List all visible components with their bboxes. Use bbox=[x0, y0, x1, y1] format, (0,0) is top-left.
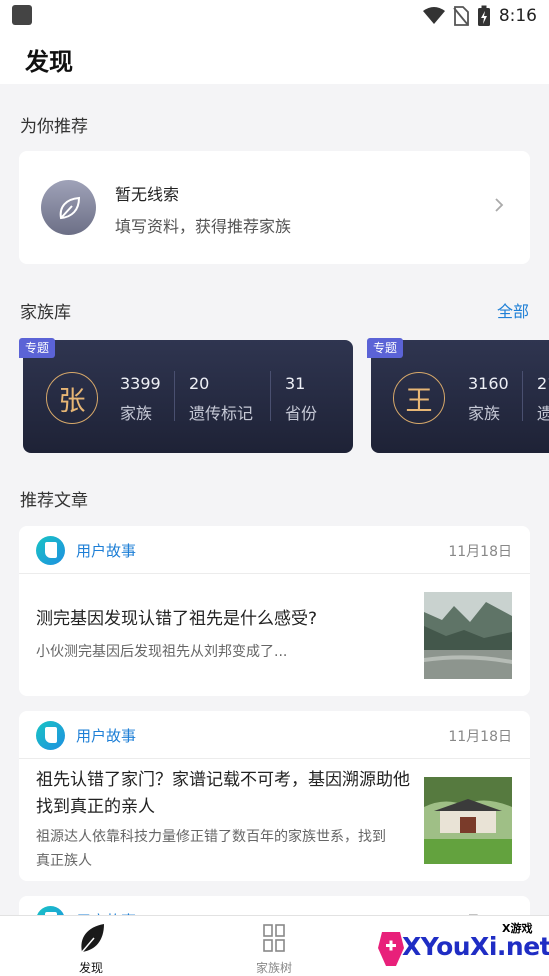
story-icon bbox=[36, 721, 65, 750]
topic-badge: 专题 bbox=[19, 338, 56, 358]
page-title: 发现 bbox=[25, 48, 73, 76]
stat-provinces-label: 省份 bbox=[285, 404, 318, 423]
tab-family-tree-label: 家族树 bbox=[255, 961, 292, 975]
status-icons: 8:16 bbox=[422, 5, 537, 27]
stat-markers-value: 20 bbox=[189, 374, 210, 393]
article-category[interactable]: 用户故事 bbox=[76, 725, 136, 746]
article-date: 11月18日 bbox=[448, 544, 512, 560]
article-thumbnail bbox=[424, 777, 512, 864]
recommend-card-title: 暂无线索 bbox=[115, 185, 180, 204]
stat-divider bbox=[270, 371, 271, 421]
topic-badge: 专题 bbox=[367, 338, 404, 358]
stat-clans-value: 3399 bbox=[120, 374, 161, 393]
clan-card-wang[interactable]: 专题 王 3160 家族 21 遗 bbox=[367, 338, 549, 453]
tab-family-tree[interactable]: 家族树 bbox=[224, 916, 324, 976]
surname-seal: 王 bbox=[393, 372, 445, 424]
recommend-section-title: 为你推荐 bbox=[20, 117, 88, 137]
article-header: 用户故事 11月18日 bbox=[19, 526, 530, 574]
article-date: 11月18日 bbox=[448, 729, 512, 745]
stat-markers-label: 遗 bbox=[537, 404, 549, 423]
stat-divider bbox=[522, 371, 523, 421]
chevron-right-icon bbox=[495, 198, 504, 212]
watermark-text: XYouXi.net bbox=[402, 932, 549, 961]
stat-clans-value: 3160 bbox=[468, 374, 509, 393]
leaf-icon bbox=[81, 924, 104, 953]
tab-discover-label: 发现 bbox=[78, 961, 103, 975]
see-all-link[interactable]: 全部 bbox=[497, 298, 529, 322]
tab-discover[interactable]: 发现 bbox=[41, 916, 141, 976]
no-sim-icon bbox=[453, 6, 469, 26]
articles-section-title: 推荐文章 bbox=[20, 491, 88, 511]
article-category[interactable]: 用户故事 bbox=[76, 540, 136, 561]
stat-clans-label: 家族 bbox=[468, 404, 501, 423]
wifi-icon bbox=[422, 7, 445, 24]
status-bar: 8:16 bbox=[0, 0, 549, 32]
app-notification-icon bbox=[12, 5, 32, 25]
clan-card-zhang[interactable]: 专题 张 3399 家族 20 遗传标记 31 省份 bbox=[19, 338, 353, 453]
article-card[interactable]: 用户故事 11月18日 祖先认错了家门？家谱记载不可考，基因溯源助他 找到真正的… bbox=[19, 711, 530, 881]
surname-seal: 张 bbox=[46, 372, 98, 424]
article-thumbnail bbox=[424, 592, 512, 679]
article-title-line-1: 祖先认错了家门？家谱记载不可考，基因溯源助他 bbox=[36, 770, 410, 790]
stat-markers-value: 21 bbox=[537, 374, 549, 393]
leaf-icon bbox=[41, 180, 96, 235]
stat-markers-label: 遗传标记 bbox=[189, 404, 254, 423]
battery-charging-icon bbox=[477, 5, 490, 26]
stat-clans-label: 家族 bbox=[120, 404, 153, 423]
article-summary: 小伙测完基因后发现祖先从刘邦变成了... bbox=[36, 644, 288, 660]
article-title-line-2: 找到真正的亲人 bbox=[36, 797, 155, 817]
article-summary-line-2: 真正族人 bbox=[36, 853, 92, 869]
family-tree-icon bbox=[263, 924, 285, 952]
clan-library-title: 家族库 bbox=[20, 303, 71, 323]
status-time: 8:16 bbox=[498, 6, 537, 26]
article-summary-line-1: 祖源达人依靠科技力量修正错了数百年的家族世系，找到 bbox=[36, 829, 386, 845]
article-title: 测完基因发现认错了祖先是什么感受? bbox=[36, 609, 318, 629]
recommend-card[interactable]: 暂无线索 填写资料，获得推荐家族 bbox=[19, 151, 530, 264]
article-card[interactable]: 用户故事 11月18日 测完基因发现认错了祖先是什么感受? 小伙测完基因后发现祖… bbox=[19, 526, 530, 696]
watermark: X游戏 XYouXi.net bbox=[372, 918, 549, 976]
recommend-card-subtitle: 填写资料，获得推荐家族 bbox=[115, 217, 292, 236]
page-header: 发现 bbox=[0, 32, 549, 84]
story-icon bbox=[36, 536, 65, 565]
stat-divider bbox=[174, 371, 175, 421]
stat-provinces-value: 31 bbox=[285, 374, 306, 393]
article-header: 用户故事 11月18日 bbox=[19, 711, 530, 759]
